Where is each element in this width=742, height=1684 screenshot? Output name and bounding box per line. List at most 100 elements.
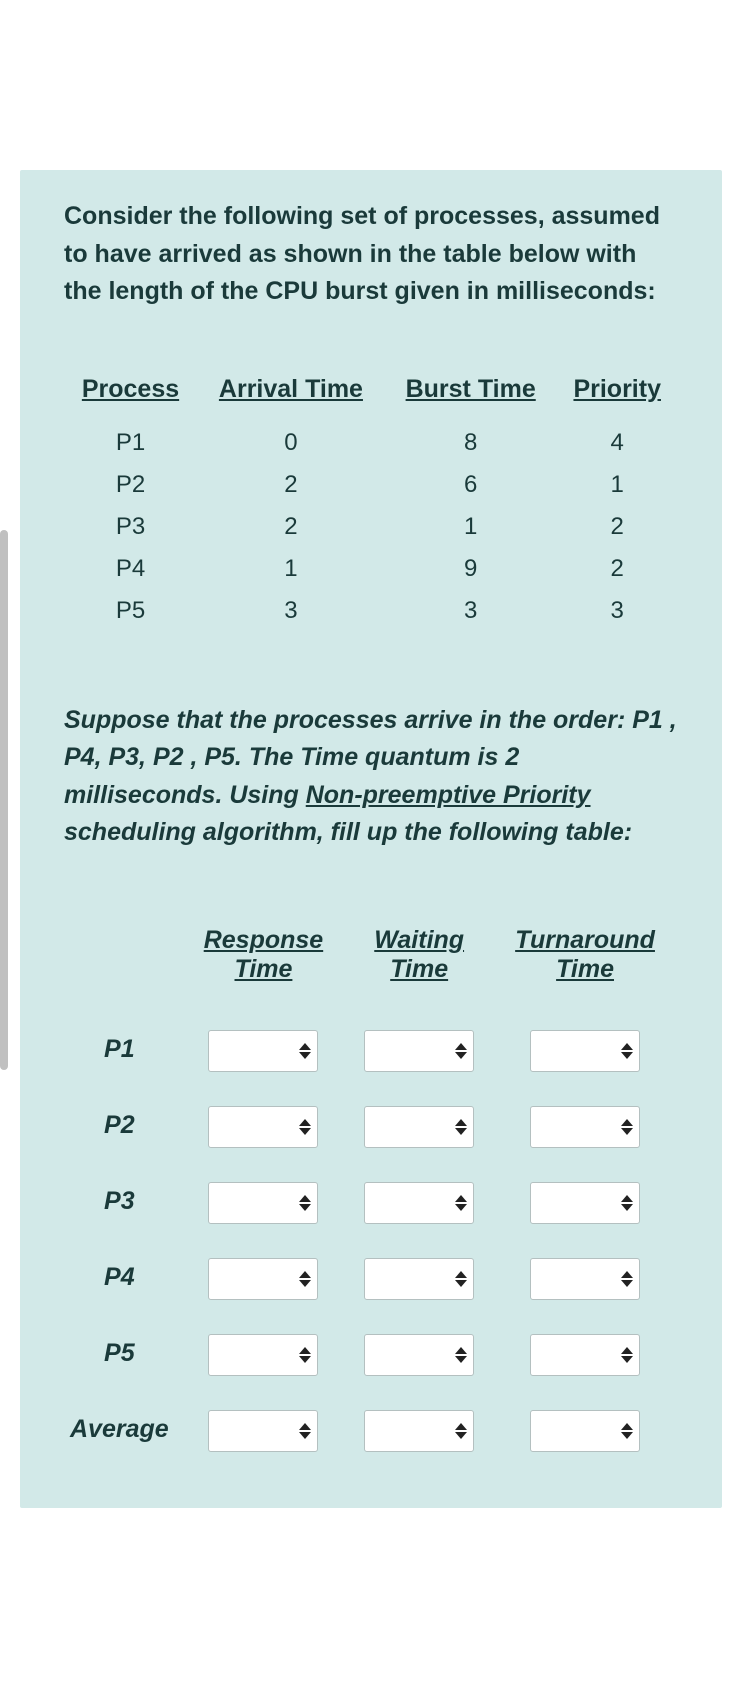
stepper-arrows[interactable]	[299, 1043, 311, 1059]
answer-cell	[346, 1164, 492, 1240]
chevron-up-icon[interactable]	[455, 1347, 467, 1354]
stepper-arrows[interactable]	[299, 1271, 311, 1287]
cell-priority: 3	[556, 590, 678, 632]
chevron-up-icon[interactable]	[455, 1271, 467, 1278]
number-stepper[interactable]	[530, 1182, 640, 1224]
chevron-down-icon[interactable]	[621, 1356, 633, 1363]
cell-process: P5	[64, 590, 197, 632]
process-data-table: Process Arrival Time Burst Time Priority…	[64, 371, 678, 632]
cell-priority: 2	[556, 506, 678, 548]
chevron-down-icon[interactable]	[455, 1356, 467, 1363]
cell-burst: 9	[385, 548, 557, 590]
chevron-up-icon[interactable]	[299, 1043, 311, 1050]
chevron-up-icon[interactable]	[455, 1423, 467, 1430]
number-stepper[interactable]	[530, 1410, 640, 1452]
chevron-down-icon[interactable]	[299, 1356, 311, 1363]
chevron-down-icon[interactable]	[299, 1052, 311, 1059]
number-stepper[interactable]	[208, 1410, 318, 1452]
cell-priority: 4	[556, 422, 678, 464]
cell-priority: 1	[556, 464, 678, 506]
stepper-arrows[interactable]	[621, 1043, 633, 1059]
chevron-up-icon[interactable]	[455, 1195, 467, 1202]
cell-process: P1	[64, 422, 197, 464]
chevron-down-icon[interactable]	[621, 1280, 633, 1287]
stepper-arrows[interactable]	[299, 1423, 311, 1439]
answer-cell	[492, 1316, 678, 1392]
cell-burst: 6	[385, 464, 557, 506]
chevron-up-icon[interactable]	[299, 1347, 311, 1354]
answer-row: P2	[64, 1088, 678, 1164]
number-stepper[interactable]	[208, 1334, 318, 1376]
number-stepper[interactable]	[364, 1182, 474, 1224]
stepper-arrows[interactable]	[621, 1271, 633, 1287]
number-stepper[interactable]	[530, 1030, 640, 1072]
stepper-arrows[interactable]	[621, 1195, 633, 1211]
chevron-down-icon[interactable]	[621, 1432, 633, 1439]
answer-cell	[346, 1088, 492, 1164]
answer-row: P5	[64, 1316, 678, 1392]
number-stepper[interactable]	[364, 1410, 474, 1452]
stepper-arrows[interactable]	[455, 1423, 467, 1439]
stepper-arrows[interactable]	[455, 1271, 467, 1287]
answer-row-label: P5	[64, 1316, 181, 1392]
answer-cell	[181, 1392, 347, 1468]
number-stepper[interactable]	[530, 1334, 640, 1376]
number-stepper[interactable]	[208, 1258, 318, 1300]
number-stepper[interactable]	[208, 1106, 318, 1148]
answer-cell	[181, 1088, 347, 1164]
chevron-down-icon[interactable]	[299, 1204, 311, 1211]
chevron-up-icon[interactable]	[621, 1043, 633, 1050]
stepper-arrows[interactable]	[621, 1119, 633, 1135]
stepper-arrows[interactable]	[455, 1119, 467, 1135]
chevron-down-icon[interactable]	[621, 1204, 633, 1211]
chevron-down-icon[interactable]	[299, 1280, 311, 1287]
number-stepper[interactable]	[208, 1030, 318, 1072]
stepper-arrows[interactable]	[299, 1119, 311, 1135]
number-stepper[interactable]	[364, 1106, 474, 1148]
stepper-arrows[interactable]	[455, 1043, 467, 1059]
chevron-up-icon[interactable]	[299, 1195, 311, 1202]
chevron-up-icon[interactable]	[455, 1043, 467, 1050]
header-burst: Burst Time	[385, 371, 557, 422]
stepper-arrows[interactable]	[299, 1195, 311, 1211]
answer-cell	[181, 1012, 347, 1088]
table-row: P3 2 1 2	[64, 506, 678, 548]
stepper-arrows[interactable]	[455, 1347, 467, 1363]
chevron-down-icon[interactable]	[455, 1128, 467, 1135]
chevron-up-icon[interactable]	[299, 1271, 311, 1278]
chevron-up-icon[interactable]	[621, 1195, 633, 1202]
answer-cell	[181, 1240, 347, 1316]
number-stepper[interactable]	[364, 1334, 474, 1376]
chevron-down-icon[interactable]	[299, 1128, 311, 1135]
chevron-up-icon[interactable]	[455, 1119, 467, 1126]
number-stepper[interactable]	[208, 1182, 318, 1224]
chevron-down-icon[interactable]	[455, 1052, 467, 1059]
number-stepper[interactable]	[530, 1258, 640, 1300]
chevron-up-icon[interactable]	[299, 1423, 311, 1430]
chevron-down-icon[interactable]	[621, 1128, 633, 1135]
chevron-up-icon[interactable]	[621, 1119, 633, 1126]
cell-burst: 3	[385, 590, 557, 632]
scrollbar-indicator	[0, 530, 8, 1070]
chevron-up-icon[interactable]	[621, 1271, 633, 1278]
number-stepper[interactable]	[364, 1030, 474, 1072]
stepper-arrows[interactable]	[455, 1195, 467, 1211]
stepper-arrows[interactable]	[621, 1423, 633, 1439]
stepper-arrows[interactable]	[621, 1347, 633, 1363]
chevron-up-icon[interactable]	[621, 1423, 633, 1430]
stepper-arrows[interactable]	[299, 1347, 311, 1363]
chevron-down-icon[interactable]	[299, 1432, 311, 1439]
chevron-up-icon[interactable]	[621, 1347, 633, 1354]
chevron-down-icon[interactable]	[455, 1204, 467, 1211]
chevron-down-icon[interactable]	[621, 1052, 633, 1059]
chevron-down-icon[interactable]	[455, 1280, 467, 1287]
answer-cell	[346, 1012, 492, 1088]
answer-cell	[492, 1088, 678, 1164]
chevron-up-icon[interactable]	[299, 1119, 311, 1126]
number-stepper[interactable]	[364, 1258, 474, 1300]
number-stepper[interactable]	[530, 1106, 640, 1148]
table-row: P2 2 6 1	[64, 464, 678, 506]
cell-arrival: 2	[197, 464, 385, 506]
answer-cell	[346, 1240, 492, 1316]
chevron-down-icon[interactable]	[455, 1432, 467, 1439]
